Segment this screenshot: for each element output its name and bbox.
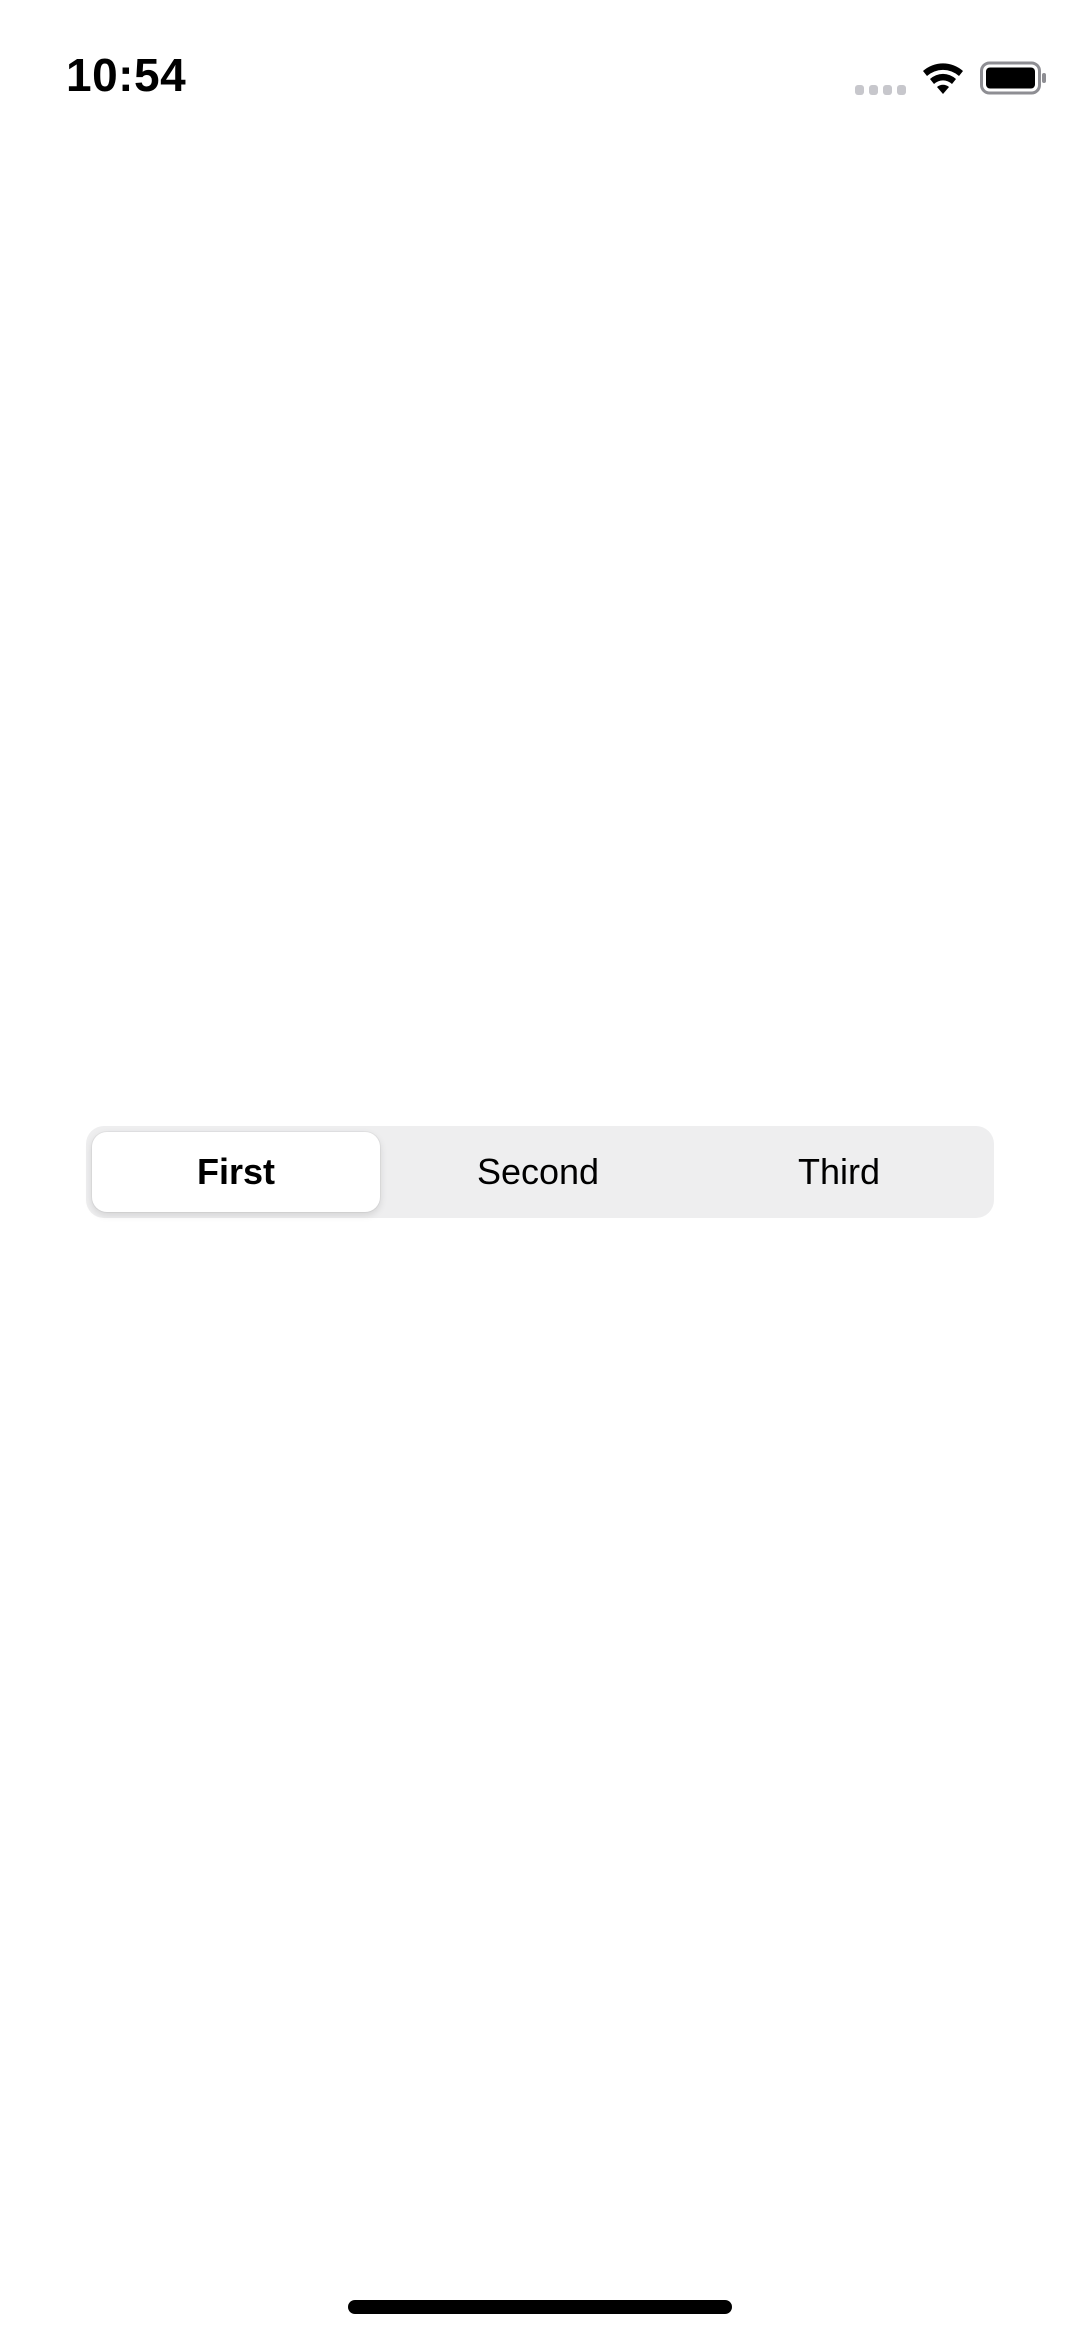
battery-icon <box>980 61 1046 95</box>
home-indicator[interactable] <box>348 2300 732 2314</box>
status-time: 10:54 <box>66 49 187 101</box>
cellular-signal-icon <box>855 85 907 95</box>
wifi-icon <box>923 63 963 94</box>
segment-third[interactable]: Third <box>688 1126 990 1218</box>
segment-second[interactable]: Second <box>388 1126 688 1218</box>
segmented-control: First Second Third <box>86 1126 994 1218</box>
status-bar: 10:54 <box>0 0 1080 160</box>
segment-first[interactable]: First <box>92 1132 380 1212</box>
